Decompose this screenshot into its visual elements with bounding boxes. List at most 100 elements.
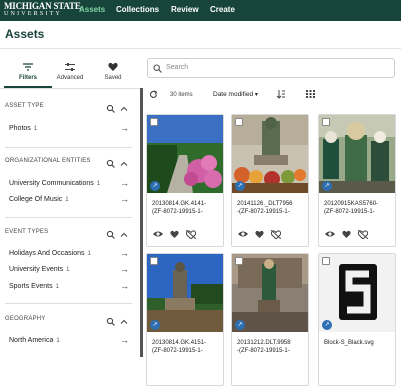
- asset-title-line2: (ZF-8072-19915-1-: [152, 348, 203, 354]
- asset-title-line2: (ZF-8072-19915-1-: [152, 209, 203, 215]
- asset-card[interactable]: ↗ 20130814.GK.4141- (ZF-8072-19915-1-: [146, 114, 224, 247]
- facet-item-holidays-and-occasions[interactable]: Holidays And Occasions 1: [9, 250, 91, 257]
- asset-title-line1: Block-S_Black.svg: [324, 340, 374, 346]
- sort-select[interactable]: Date modified ▾: [213, 91, 258, 98]
- facet-count: 1: [66, 267, 70, 273]
- nav-create[interactable]: Create: [210, 5, 235, 14]
- asset-title[interactable]: 20130814.GK.4141- (ZF-8072-19915-1-: [152, 200, 222, 216]
- select-checkbox[interactable]: [150, 118, 158, 126]
- arrow-right-icon[interactable]: →: [120, 281, 129, 291]
- tab-filters[interactable]: Filters: [5, 62, 51, 81]
- tabs-divider: [0, 88, 140, 89]
- asset-thumbnail[interactable]: [147, 254, 223, 332]
- search-input[interactable]: Search: [147, 58, 395, 78]
- asset-actions: [238, 230, 304, 240]
- facet-item-north-america[interactable]: North America 1: [9, 337, 60, 344]
- facet-controls-org-entities: [106, 156, 132, 168]
- select-checkbox[interactable]: [322, 118, 330, 126]
- asset-title[interactable]: 20130814.GK.4151- (ZF-8072-19915-1-: [152, 339, 222, 355]
- asset-thumbnail[interactable]: [147, 115, 223, 193]
- asset-thumbnail[interactable]: [319, 254, 395, 332]
- asset-actions: [325, 230, 391, 240]
- nav-assets[interactable]: Assets: [79, 5, 105, 14]
- header-divider: [0, 48, 401, 49]
- asset-title[interactable]: 20141126._DLT7956 -(ZF-8072-19915-1-: [237, 200, 307, 216]
- asset-card[interactable]: ↗ Block-S_Black.svg: [318, 253, 396, 386]
- facet-count: 1: [55, 284, 59, 290]
- facet-item-sports-events[interactable]: Sports Events 1: [9, 283, 59, 290]
- nav-collections[interactable]: Collections: [116, 5, 159, 14]
- asset-title-line2: -(ZF-8072-19915-1-: [237, 209, 290, 215]
- tab-saved[interactable]: Saved: [90, 62, 136, 81]
- facet-separator: [5, 303, 132, 304]
- msu-logo[interactable]: MICHIGAN STATE UNIVERSITY: [4, 1, 81, 19]
- eye-icon[interactable]: [153, 230, 163, 238]
- hide-icon[interactable]: [271, 230, 281, 239]
- share-icon[interactable]: ↗: [150, 181, 160, 191]
- facet-label: College Of Music: [9, 196, 63, 203]
- asset-title-line1: 20131212.DLT.9958: [237, 340, 291, 346]
- asset-title-line1: 20120915KAS5760-: [324, 201, 379, 207]
- asset-card[interactable]: ↗ 20141126._DLT7956 -(ZF-8072-19915-1-: [231, 114, 309, 247]
- share-icon[interactable]: ↗: [150, 320, 160, 330]
- share-icon[interactable]: ↗: [322, 181, 332, 191]
- hide-icon[interactable]: [186, 230, 196, 239]
- arrow-right-icon[interactable]: →: [120, 178, 129, 188]
- tab-advanced[interactable]: Advanced: [47, 62, 93, 81]
- heart-icon[interactable]: [342, 230, 351, 238]
- asset-card[interactable]: ↗ 20130814.GK.4151- (ZF-8072-19915-1-: [146, 253, 224, 386]
- asset-thumbnail[interactable]: [232, 254, 308, 332]
- select-checkbox[interactable]: [235, 118, 243, 126]
- facet-item-college-of-music[interactable]: College Of Music 1: [9, 196, 69, 203]
- search-placeholder: Search: [166, 64, 189, 71]
- facet-item-university-events[interactable]: University Events 1: [9, 266, 69, 273]
- share-icon[interactable]: ↗: [235, 181, 245, 191]
- hide-icon[interactable]: [358, 230, 368, 239]
- select-checkbox[interactable]: [322, 257, 330, 265]
- grid-view-icon[interactable]: [306, 90, 315, 98]
- block-s-logo: [339, 264, 377, 320]
- eye-icon[interactable]: [325, 230, 335, 238]
- arrow-right-icon[interactable]: →: [120, 264, 129, 274]
- nav-review[interactable]: Review: [171, 5, 199, 14]
- facet-count: 1: [87, 251, 91, 257]
- asset-thumbnail[interactable]: [319, 115, 395, 193]
- facet-count: 1: [65, 197, 69, 203]
- tab-advanced-label: Advanced: [56, 75, 84, 81]
- facet-count: 1: [33, 126, 38, 132]
- eye-icon[interactable]: [238, 230, 248, 238]
- asset-title[interactable]: Block-S_Black.svg: [324, 339, 394, 347]
- facet-separator: [5, 217, 132, 218]
- asset-card[interactable]: ↗ 20120915KAS5760- (ZF-8072-19915-1-: [318, 114, 396, 247]
- sliders-icon: [65, 63, 75, 71]
- facet-heading-org-entities: ORGANIZATIONAL ENTITIES: [5, 158, 91, 164]
- heart-icon[interactable]: [170, 230, 179, 238]
- asset-title-line1: 20130814.GK.4141-: [152, 201, 207, 207]
- facet-label: Photos: [9, 125, 31, 132]
- share-icon[interactable]: ↗: [235, 320, 245, 330]
- facet-controls-event-types: [106, 227, 132, 239]
- facet-label: University Communications: [9, 180, 94, 187]
- select-checkbox[interactable]: [235, 257, 243, 265]
- facet-label: Holidays And Occasions: [9, 250, 85, 257]
- arrow-right-icon[interactable]: →: [120, 194, 129, 204]
- logo-line1: MICHIGAN STATE: [4, 1, 81, 11]
- heart-icon[interactable]: [255, 230, 264, 238]
- arrow-right-icon[interactable]: →: [120, 123, 129, 133]
- chevron-down-icon: ▾: [254, 92, 258, 98]
- sort-direction-icon[interactable]: [276, 89, 286, 99]
- refresh-icon[interactable]: [149, 90, 158, 99]
- arrow-right-icon[interactable]: →: [120, 335, 129, 345]
- asset-card[interactable]: ↗ 20131212.DLT.9958 -(ZF-8072-19915-1-: [231, 253, 309, 386]
- asset-title[interactable]: 20131212.DLT.9958 -(ZF-8072-19915-1-: [237, 339, 307, 355]
- select-checkbox[interactable]: [150, 257, 158, 265]
- panel-scroll-divider[interactable]: [140, 88, 143, 357]
- asset-title-line1: 20141126._DLT7956: [237, 201, 293, 207]
- facet-item-university-communications[interactable]: University Communications 1: [9, 180, 100, 187]
- facet-item-photos[interactable]: Photos 1: [9, 125, 37, 132]
- arrow-right-icon[interactable]: →: [120, 248, 129, 258]
- asset-thumbnail[interactable]: [232, 115, 308, 193]
- filter-icon: [23, 63, 33, 71]
- share-icon[interactable]: ↗: [322, 320, 332, 330]
- asset-title[interactable]: 20120915KAS5760- (ZF-8072-19915-1-: [324, 200, 394, 216]
